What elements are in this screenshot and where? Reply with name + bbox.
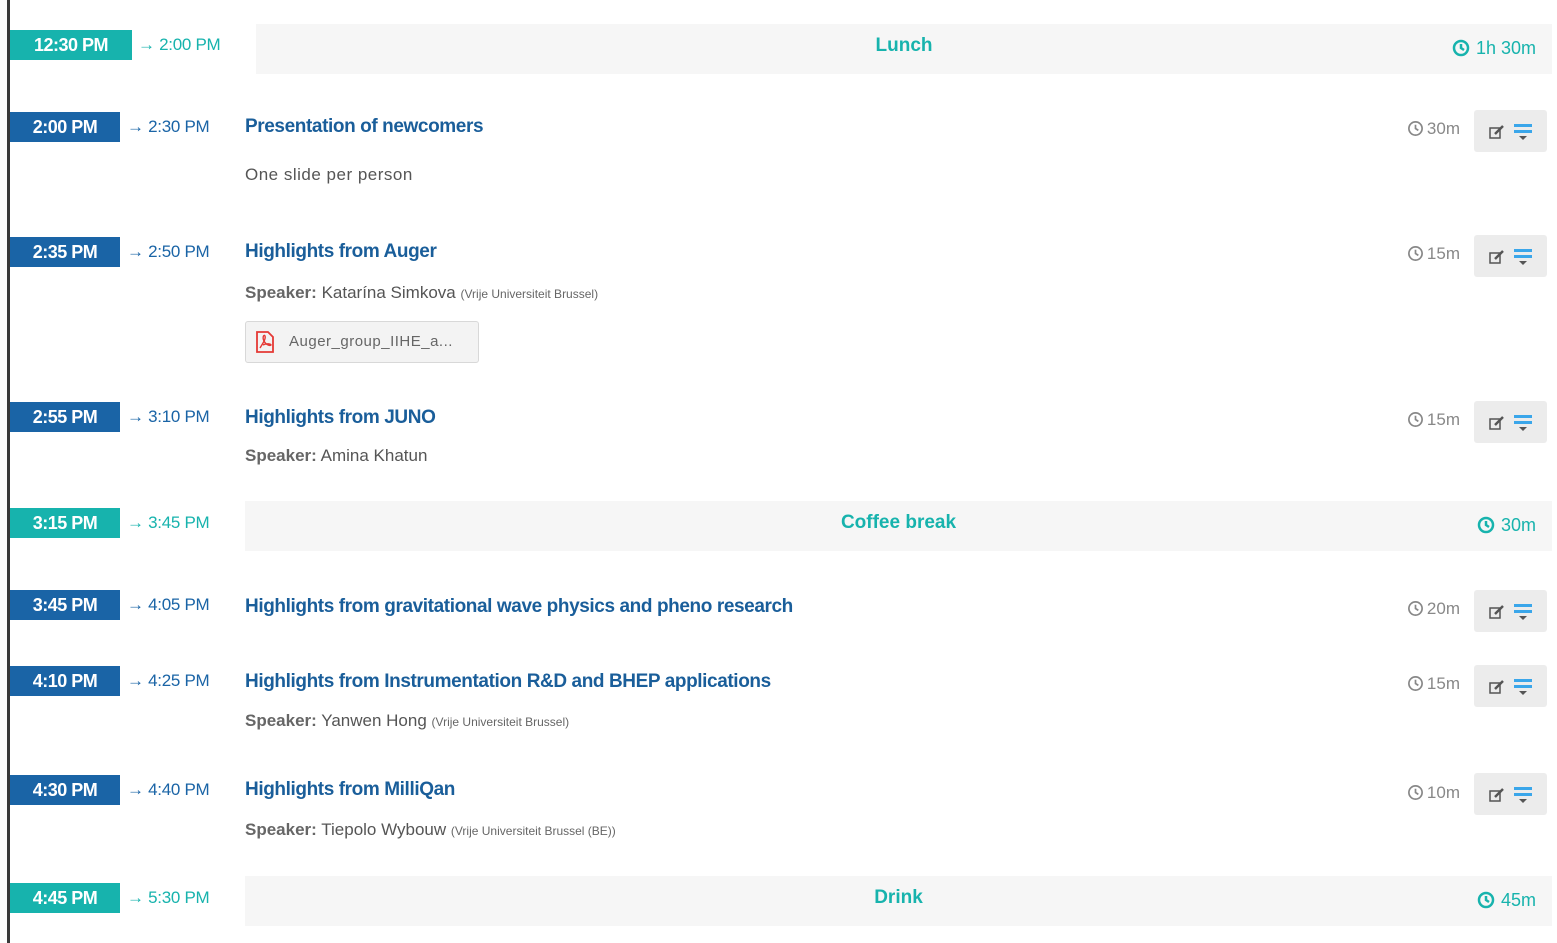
break-duration: 1h 30m [1452,24,1536,74]
contribution-speaker: Speaker: Yanwen Hong (Vrije Universiteit… [245,711,570,730]
contribution-actions-button[interactable] [1474,773,1547,815]
contribution-duration: 20m [1407,599,1460,619]
break-duration: 45m [1477,876,1536,926]
speaker-name[interactable]: Katarína Simkova [322,283,456,302]
contribution-end-time: → 3:10 PM [127,407,210,426]
clock-icon [1407,601,1423,616]
contribution-speaker: Speaker: Amina Khatun [245,446,428,465]
speaker-name[interactable]: Amina Khatun [321,446,428,465]
break-end-time: → 5:30 PM [127,888,210,907]
contribution-start-time: 4:30 PM [10,775,120,805]
break-end-time: → 2:00 PM [138,35,221,54]
speaker-affiliation: (Vrije Universiteit Brussel) [431,715,570,729]
contribution-end-time: → 4:05 PM [127,595,210,614]
contribution-description: One slide per person [245,165,413,184]
contribution-duration: 15m [1407,244,1460,264]
contribution-title[interactable]: Presentation of newcomers [245,116,484,138]
contribution-actions-button[interactable] [1474,401,1547,443]
break-start-time: 3:15 PM [10,508,120,538]
attachment-file[interactable]: Auger_group_IIHE_a... [245,321,479,363]
break-duration: 30m [1477,501,1536,551]
menu-dropdown-icon [1514,124,1532,140]
break-start-time: 4:45 PM [10,883,120,913]
contribution-end-time: → 2:30 PM [127,117,210,136]
break-title: Lunch [875,35,933,56]
speaker-affiliation: (Vrije Universiteit Brussel (BE)) [450,824,616,838]
attachment-filename: Auger_group_IIHE_a... [289,333,453,350]
edit-icon [1489,125,1504,139]
contribution-actions-button[interactable] [1474,235,1547,277]
edit-icon [1489,605,1504,619]
contribution-duration: 10m [1407,783,1460,803]
contribution-actions-button[interactable] [1474,665,1547,707]
speaker-affiliation: (Vrije Universiteit Brussel) [460,287,599,301]
contribution-start-time: 2:55 PM [10,402,120,432]
contribution-end-time: → 4:40 PM [127,780,210,799]
menu-dropdown-icon [1514,679,1532,695]
contribution-duration: 30m [1407,119,1460,139]
contribution-title[interactable]: Highlights from gravitational wave physi… [245,596,793,618]
edit-icon [1489,680,1504,694]
speaker-name[interactable]: Yanwen Hong [321,711,427,730]
clock-icon [1477,516,1495,534]
break-end-time: → 3:45 PM [127,513,210,532]
clock-icon [1477,891,1495,909]
break-row-coffee[interactable]: Coffee break 30m [245,501,1552,551]
contribution-duration: 15m [1407,410,1460,430]
edit-icon [1489,788,1504,802]
clock-icon [1407,246,1423,261]
contribution-start-time: 3:45 PM [10,590,120,620]
contribution-actions-button[interactable] [1474,110,1547,152]
menu-dropdown-icon [1514,604,1532,620]
break-row-lunch[interactable]: Lunch 1h 30m [256,24,1552,74]
menu-dropdown-icon [1514,415,1532,431]
clock-icon [1407,412,1423,427]
break-title: Coffee break [840,512,957,533]
break-start-time: 12:30 PM [10,30,132,60]
contribution-title[interactable]: Highlights from Auger [245,241,437,263]
break-row-drink[interactable]: Drink 45m [245,876,1552,926]
pdf-file-icon [256,331,274,353]
contribution-title[interactable]: Highlights from JUNO [245,407,436,429]
clock-icon [1407,676,1423,691]
menu-dropdown-icon [1514,249,1532,265]
contribution-start-time: 2:35 PM [10,237,120,267]
clock-icon [1407,785,1423,800]
contribution-title[interactable]: Highlights from MilliQan [245,779,455,801]
edit-icon [1489,416,1504,430]
clock-icon [1452,39,1470,57]
contribution-end-time: → 4:25 PM [127,671,210,690]
contribution-speaker: Speaker: Katarína Simkova (Vrije Univers… [245,283,599,302]
contribution-duration: 15m [1407,674,1460,694]
clock-icon [1407,121,1423,136]
menu-dropdown-icon [1514,787,1532,803]
contribution-actions-button[interactable] [1474,590,1547,632]
contribution-speaker: Speaker: Tiepolo Wybouw (Vrije Universit… [245,820,616,839]
break-title: Drink [874,887,923,908]
edit-icon [1489,250,1504,264]
contribution-start-time: 4:10 PM [10,666,120,696]
contribution-end-time: → 2:50 PM [127,242,210,261]
speaker-name[interactable]: Tiepolo Wybouw [321,820,446,839]
contribution-start-time: 2:00 PM [10,112,120,142]
contribution-title[interactable]: Highlights from Instrumentation R&D and … [245,671,771,693]
